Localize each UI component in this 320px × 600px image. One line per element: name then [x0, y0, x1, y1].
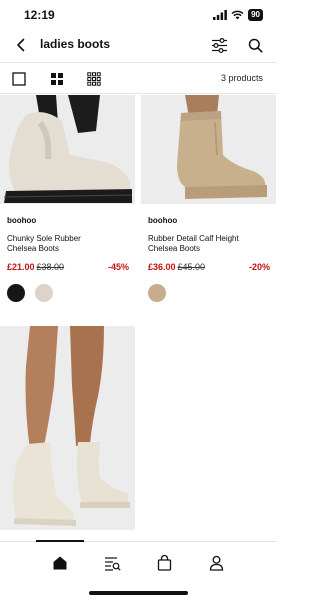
product-brand: boohoo — [7, 216, 37, 225]
account-icon — [209, 555, 223, 571]
filter-button[interactable] — [208, 34, 230, 56]
status-time: 12:19 — [24, 8, 55, 22]
tab-bag[interactable] — [152, 552, 176, 574]
product-photo-boot-sock — [0, 326, 135, 530]
product-image[interactable] — [0, 95, 135, 204]
swatch-black[interactable] — [7, 284, 25, 302]
sale-price: £36.00 — [148, 262, 176, 272]
discount-badge: -45% — [107, 262, 129, 272]
view-options-bar: 3 products — [0, 62, 277, 94]
grid-2x2-icon — [51, 73, 63, 85]
product-count: 3 products — [220, 73, 263, 83]
grid-view-button[interactable] — [48, 70, 66, 88]
wifi-icon — [231, 10, 244, 20]
grid-3x3-icon — [87, 72, 101, 86]
search-button[interactable] — [244, 34, 266, 56]
product-image[interactable] — [141, 95, 276, 204]
home-icon — [53, 556, 67, 570]
search-icon — [248, 38, 263, 53]
price-row: £21.00 £38.00 -45% — [7, 262, 135, 274]
product-card[interactable]: boohoo Rubber Detail Calf Height Chelsea… — [141, 95, 276, 302]
search-header: ladies boots — [0, 30, 277, 60]
back-button[interactable] — [10, 34, 32, 56]
status-icons: 90 — [213, 9, 263, 21]
swatch-cream[interactable] — [35, 284, 53, 302]
color-swatches — [7, 284, 135, 302]
sale-price: £21.00 — [7, 262, 35, 272]
active-tab-indicator — [36, 540, 84, 542]
swatch-tan[interactable] — [148, 284, 166, 302]
home-indicator — [89, 591, 188, 595]
sliders-icon — [211, 37, 227, 53]
square-icon — [12, 72, 26, 86]
bottom-tab-bar — [0, 540, 277, 600]
tab-shop-menu[interactable] — [100, 552, 124, 574]
battery-level: 90 — [248, 9, 263, 21]
status-bar: 12:19 90 — [0, 0, 277, 30]
original-price: £38.00 — [36, 262, 65, 272]
tab-account[interactable] — [204, 552, 228, 574]
product-image[interactable] — [0, 326, 135, 530]
tab-home[interactable] — [48, 552, 72, 574]
product-name[interactable]: Rubber Detail Calf Height Chelsea Boots — [148, 234, 248, 254]
price-row: £36.00 £45.00 -20% — [148, 262, 276, 274]
color-swatches — [148, 284, 276, 302]
shop-menu-icon — [104, 556, 121, 571]
bag-icon — [157, 555, 171, 571]
original-price: £45.00 — [177, 262, 206, 272]
product-photo-boot-cream — [0, 95, 135, 204]
page-title: ladies boots — [40, 37, 111, 51]
single-view-button[interactable] — [10, 70, 28, 88]
product-card[interactable] — [0, 326, 135, 530]
compact-grid-view-button[interactable] — [85, 70, 103, 88]
discount-badge: -20% — [248, 262, 270, 272]
product-photo-boot-tan — [141, 95, 276, 204]
product-card[interactable]: boohoo Chunky Sole Rubber Chelsea Boots … — [0, 95, 135, 302]
product-name[interactable]: Chunky Sole Rubber Chelsea Boots — [7, 234, 107, 254]
signal-icon — [213, 10, 227, 20]
product-brand: boohoo — [148, 216, 178, 225]
chevron-left-icon — [17, 38, 25, 52]
